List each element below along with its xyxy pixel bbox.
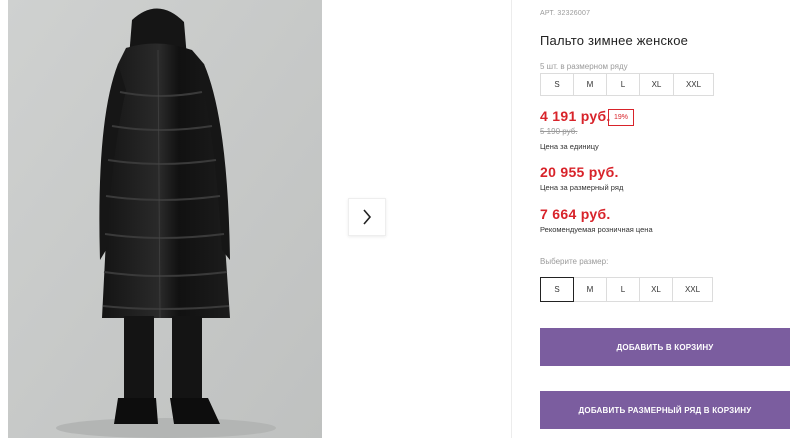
recommended-retail-price: 7 664 руб. (540, 206, 611, 222)
row-size-xxl: XXL (673, 73, 714, 96)
unit-price: 4 191 руб. (540, 108, 611, 124)
recommended-retail-price-label: Рекомендуемая розничная цена (540, 225, 653, 234)
unit-price-label: Цена за единицу (540, 142, 599, 151)
size-row-note: 5 шт. в размерном ряду (540, 62, 628, 71)
product-info-panel: АРТ. 32326007 Пальто зимнее женское 5 шт… (540, 0, 800, 438)
row-size-s: S (540, 73, 574, 96)
add-size-row-to-cart-button[interactable]: ДОБАВИТЬ РАЗМЕРНЫЙ РЯД В КОРЗИНУ (540, 391, 790, 429)
row-size-m: M (573, 73, 607, 96)
row-size-xl: XL (639, 73, 674, 96)
coat-image (8, 0, 322, 438)
choose-size-label: Выберите размер: (540, 257, 609, 266)
size-option-xxl[interactable]: XXL (672, 277, 713, 302)
gallery-next-button[interactable] (348, 198, 386, 236)
row-price: 20 955 руб. (540, 164, 619, 180)
size-option-s[interactable]: S (540, 277, 574, 302)
chevron-right-icon (363, 209, 372, 225)
product-title: Пальто зимнее женское (540, 33, 689, 48)
product-gallery (0, 0, 512, 438)
size-option-xl[interactable]: XL (639, 277, 673, 302)
product-photo (8, 0, 322, 438)
size-option-l[interactable]: L (606, 277, 640, 302)
size-option-m[interactable]: M (573, 277, 607, 302)
product-sku: АРТ. 32326007 (540, 10, 591, 17)
size-selector: S M L XL XXL (540, 277, 713, 302)
discount-badge: 19% (608, 109, 635, 126)
old-price: 5 190 руб. (540, 127, 578, 136)
add-to-cart-button[interactable]: ДОБАВИТЬ В КОРЗИНУ (540, 328, 790, 366)
row-size-l: L (606, 73, 640, 96)
size-row-list: S M L XL XXL (540, 73, 714, 96)
panel-divider (511, 0, 512, 438)
row-price-label: Цена за размерный ряд (540, 183, 624, 192)
